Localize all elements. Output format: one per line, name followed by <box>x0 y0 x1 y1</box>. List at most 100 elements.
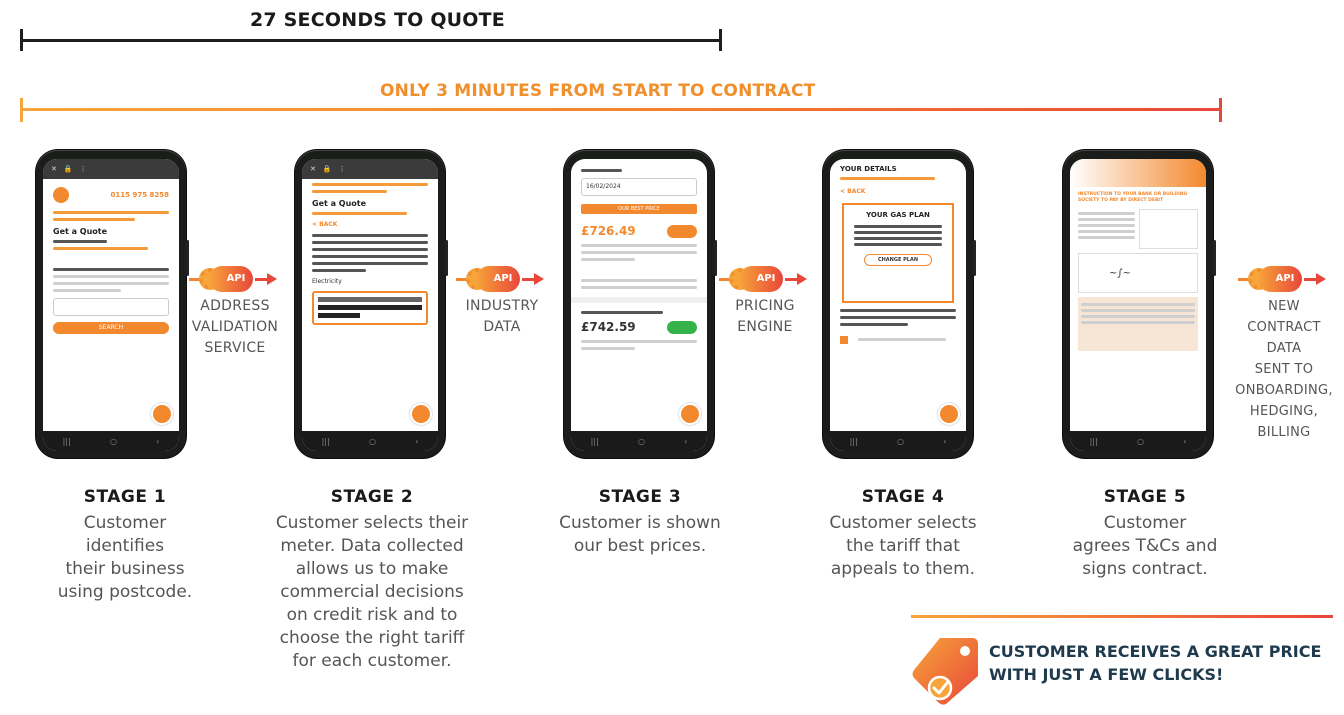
phone-side-button <box>973 240 976 276</box>
stage-desc-line: appeals to them. <box>830 559 976 579</box>
stage-title: STAGE 2 <box>330 487 414 507</box>
api-label-line: PRICING <box>735 298 795 314</box>
api-label-line: DATA <box>483 319 521 335</box>
quote-timeline-end-cap <box>719 29 722 51</box>
phone-screen: ✕ 🔒 ⋮ 0115 975 8258 Get a Quote SEARCH |||… <box>43 159 179 451</box>
stage-3-phone: 16/02/2024 OUR BEST PRICE £726.49 £742.5… <box>564 150 717 458</box>
stage-description: Customer agrees T&Cs and signs contract. <box>1060 512 1230 581</box>
select-button <box>667 320 697 334</box>
stage-desc-line: meter. Data collected <box>280 536 464 556</box>
api-label-line: INDUSTRY <box>465 298 539 314</box>
stage-desc-line: using postcode. <box>57 582 193 602</box>
contract-timeline-bar <box>20 108 1222 111</box>
stage-4: STAGE 4 Customer selects the tariff that… <box>818 487 988 581</box>
guarantee-panel <box>1078 297 1198 351</box>
stage-description: Customer is shown our best prices. <box>545 512 735 558</box>
stage-desc-line: identifies <box>85 536 165 556</box>
arrow-right-icon <box>267 273 277 285</box>
android-nav-bar: ||| ○ ‹ <box>571 431 707 451</box>
screen-header: YOUR DETAILS <box>840 165 897 173</box>
quote-timeline-start-cap <box>20 29 23 51</box>
screen-heading: Get a Quote <box>312 199 367 208</box>
phone-number: 0115 975 8258 <box>110 191 169 199</box>
plan-title: YOUR GAS PLAN <box>866 211 930 219</box>
contract-timeline-end-cap <box>1219 98 1222 122</box>
api-cloud-icon: API <box>185 262 285 296</box>
meter-section-label: Electricity <box>312 278 342 285</box>
phone-screen: YOUR DETAILS < BACK YOUR GAS PLAN CHANGE… <box>830 159 966 451</box>
stage-2-phone: ✕ 🔒 ⋮ Get a Quote < BACK Electricity ||| ○ ‹ <box>295 150 448 458</box>
quote-timeline-bar <box>20 39 722 42</box>
stage-desc-line: their business <box>65 559 185 579</box>
stage-1-phone: ✕ 🔒 ⋮ 0115 975 8258 Get a Quote SEARCH |||… <box>36 150 189 458</box>
stage-desc-line: commercial decisions <box>280 582 464 602</box>
api-connector-industry-data: API INDUSTRY DATA <box>451 262 553 338</box>
best-price-value: £726.49 <box>581 224 636 238</box>
api-connector-pricing: API PRICING ENGINE <box>714 262 816 338</box>
api-label-line: CONTRACT <box>1247 320 1321 335</box>
callout-text: CUSTOMER RECEIVES A GREAT PRICE WITH JUS… <box>989 642 1322 684</box>
api-label-line: DATA <box>1266 341 1302 356</box>
direct-debit-heading: INSTRUCTION TO YOUR BANK OR BUILDING SOC… <box>1078 192 1188 203</box>
meter-option <box>312 291 428 325</box>
postcode-field <box>53 298 169 316</box>
api-connector-address: API ADDRESS VALIDATION SERVICE <box>184 262 286 359</box>
api-label-line: VALIDATION <box>191 319 279 335</box>
quote-timeline: 27 SECONDS TO QUOTE <box>20 0 722 55</box>
phone-screen: INSTRUCTION TO YOUR BANK OR BUILDING SOC… <box>1070 159 1206 451</box>
stage-title: STAGE 1 <box>83 487 167 507</box>
api-cloud-icon: API <box>452 262 552 296</box>
signature-icon: ~∫~ <box>1109 268 1131 279</box>
cloud-icon: API <box>1258 266 1302 292</box>
api-label-line: SERVICE <box>204 340 266 356</box>
stage-desc-line: allows us to make <box>295 559 449 579</box>
api-connector-new-contract: API NEW CONTRACT DATA SENT TO ONBOARDING… <box>1228 262 1340 443</box>
api-label-line: SENT TO <box>1254 362 1314 377</box>
contract-timeline-start-cap <box>20 98 23 122</box>
api-cloud-icon: API <box>1234 262 1334 296</box>
chat-icon <box>938 403 960 425</box>
stage-title: STAGE 3 <box>598 487 682 507</box>
stage-3: STAGE 3 Customer is shown our best price… <box>545 487 735 558</box>
api-label-line: BILLING <box>1257 425 1311 440</box>
stage-2: STAGE 2 Customer selects their meter. Da… <box>262 487 482 673</box>
android-nav-bar: ||| ○ ‹ <box>302 431 438 451</box>
date-field: 16/02/2024 <box>581 178 697 196</box>
alt-price-value: £742.59 <box>581 320 636 334</box>
select-button <box>667 224 697 238</box>
stage-desc-line: for each customer. <box>292 651 452 671</box>
stage-desc-line: the tariff that <box>846 536 960 556</box>
stage-desc-line: Customer is shown <box>559 513 721 533</box>
price-tag-icon <box>912 638 978 705</box>
stage-5-phone: INSTRUCTION TO YOUR BANK OR BUILDING SOC… <box>1063 150 1216 458</box>
stage-desc-line: Customer selects <box>829 513 977 533</box>
cloud-icon: API <box>476 266 520 292</box>
stage-description: Customer selects their meter. Data colle… <box>262 512 482 673</box>
api-label-line: NEW <box>1268 299 1300 314</box>
chat-icon <box>679 403 701 425</box>
stage-desc-line: choose the right tariff <box>279 628 465 648</box>
callout-divider <box>911 615 1333 618</box>
stage-4-phone: YOUR DETAILS < BACK YOUR GAS PLAN CHANGE… <box>823 150 976 458</box>
api-cloud-icon: API <box>715 262 815 296</box>
phone-side-button <box>445 240 448 276</box>
stage-description: Customer selects the tariff that appeals… <box>818 512 988 581</box>
contract-timeline: ONLY 3 MINUTES FROM START TO CONTRACT <box>20 76 1222 126</box>
stage-desc-line: Customer <box>1103 513 1187 533</box>
arrow-right-icon <box>797 273 807 285</box>
quote-timeline-label: 27 SECONDS TO QUOTE <box>250 9 505 31</box>
android-nav-bar: ||| ○ ‹ <box>43 431 179 451</box>
back-link: < BACK <box>312 221 338 228</box>
best-price-banner: OUR BEST PRICE <box>581 204 697 214</box>
phone-screen: 16/02/2024 OUR BEST PRICE £726.49 £742.5… <box>571 159 707 451</box>
stage-5: STAGE 5 Customer agrees T&Cs and signs c… <box>1060 487 1230 581</box>
api-label-line: HEDGING, <box>1249 404 1319 419</box>
logo-icon <box>53 187 69 203</box>
document-header <box>1070 159 1206 187</box>
arrow-right-icon <box>1316 273 1326 285</box>
chat-icon <box>151 403 173 425</box>
android-nav-bar: ||| ○ ‹ <box>1070 431 1206 451</box>
stage-desc-line: agrees T&Cs and <box>1072 536 1218 556</box>
android-nav-bar: ||| ○ ‹ <box>830 431 966 451</box>
cloud-icon: API <box>739 266 783 292</box>
